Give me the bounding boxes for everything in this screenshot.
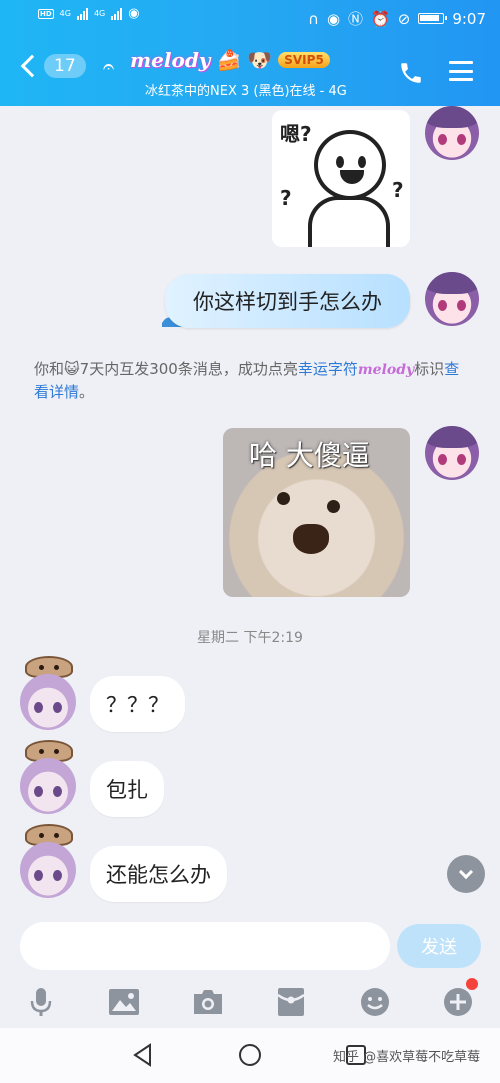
app-header: HD 4G 4G ◉ ∩ ◉ Ⓝ ⏰ ⊘ 9:07 17 𝄐 melody 🍰 … [0, 0, 500, 106]
clock-text: 9:07 [452, 9, 486, 28]
back-button[interactable]: 17 [18, 54, 86, 78]
contact-nickname: melody [130, 48, 211, 72]
network-type-2: 4G [93, 9, 106, 18]
dog-icon: 🐶 [247, 48, 273, 72]
red-packet-icon[interactable] [271, 982, 311, 1022]
menu-icon[interactable] [449, 61, 473, 81]
mute-icon: ⊘ [397, 9, 411, 28]
outgoing-message-bubble[interactable]: 你这样切到手怎么办 [165, 274, 410, 328]
sticker-face [314, 130, 386, 200]
unread-count: 17 [44, 54, 86, 78]
input-toolbar [0, 978, 500, 1026]
status-bar: HD 4G 4G ◉ ∩ ◉ Ⓝ ⏰ ⊘ 9:07 [0, 0, 500, 36]
image-icon[interactable] [104, 982, 144, 1022]
melody-mark: melody [357, 362, 415, 378]
emoji-icon[interactable] [355, 982, 395, 1022]
composer: 发送 [0, 920, 500, 974]
sticker-caption: 哈 大傻逼 [249, 439, 370, 472]
sticker-caption: 嗯? [280, 122, 312, 146]
earpiece-icon[interactable]: 𝄐 [103, 54, 114, 78]
sticker-eye [277, 492, 290, 505]
contact-avatar[interactable] [20, 674, 76, 730]
chevron-left-icon [20, 54, 44, 78]
battery-icon [418, 13, 448, 24]
chevron-down-icon [458, 864, 474, 879]
notice-text: 标识 [414, 360, 445, 378]
chat-title-bar: 17 𝄐 melody 🍰 🐶 SVIP5 冰红茶中的NEX 3 (黑色)在线 … [0, 40, 500, 106]
my-avatar[interactable] [425, 426, 479, 480]
signal-icon [111, 7, 123, 20]
cake-icon: 🍰 [216, 48, 242, 72]
back-triangle-icon[interactable] [130, 1042, 156, 1068]
notification-dot [466, 978, 478, 990]
headset-icon: ∩ [307, 9, 319, 28]
signal-icon [76, 7, 88, 20]
online-status: 冰红茶中的NEX 3 (黑色)在线 - 4G [145, 84, 347, 99]
cat-emoji-icon: 😺 [64, 360, 80, 378]
sticker-message[interactable]: 哈 大傻逼 [223, 428, 410, 597]
microphone-icon[interactable] [21, 982, 61, 1022]
nfc-icon: Ⓝ [348, 10, 364, 28]
incoming-message-bubble[interactable]: 还能怎么办 [90, 846, 227, 902]
contact-avatar[interactable] [20, 758, 76, 814]
contact-avatar[interactable] [20, 842, 76, 898]
incoming-message-bubble[interactable]: 包扎 [90, 761, 164, 817]
contact-name-row[interactable]: melody 🍰 🐶 SVIP5 [130, 48, 330, 72]
notice-text: 7天内互发300条消息，成功点亮 [79, 360, 298, 378]
camera-icon[interactable] [188, 982, 228, 1022]
incoming-message-bubble[interactable]: ？？？ [90, 676, 185, 732]
phone-icon[interactable] [398, 60, 424, 86]
network-indicators: HD 4G 4G ◉ [38, 6, 140, 21]
alarm-icon: ⏰ [371, 9, 390, 28]
message-timestamp: 星期二 下午2:19 [197, 630, 303, 646]
my-avatar[interactable] [425, 106, 479, 160]
sticker-message[interactable]: 嗯? ? ? [272, 110, 410, 247]
system-notice: 你和😺7天内互发300条消息，成功点亮幸运字符melody标识查看详情。 [34, 358, 474, 403]
sticker-eye [336, 156, 344, 168]
network-type-1: 4G [59, 9, 71, 18]
wifi-icon: ◉ [128, 6, 140, 21]
send-button[interactable]: 发送 [397, 924, 481, 968]
hd-badge: HD [38, 8, 54, 19]
sticker-question-mark: ? [392, 178, 404, 202]
watermark: 知乎 @喜欢草莓不吃草莓 [333, 1050, 481, 1065]
scroll-to-bottom-button[interactable] [447, 855, 485, 893]
sticker-eye [358, 156, 366, 168]
message-input[interactable] [20, 922, 390, 970]
lucky-word-link[interactable]: 幸运字符 [298, 360, 358, 378]
sticker-eye [327, 500, 340, 513]
chat-area[interactable]: 嗯? ? ? 你这样切到手怎么办 你和😺7天内互发300条消息，成功点亮幸运字符… [0, 106, 500, 920]
notice-text: 。 [79, 383, 95, 401]
sticker-mouth [293, 524, 329, 554]
eye-icon: ◉ [326, 9, 341, 28]
notice-text: 你和 [34, 360, 65, 378]
home-circle-icon[interactable] [237, 1042, 263, 1068]
svip-badge: SVIP5 [278, 52, 330, 68]
sticker-body [308, 196, 390, 247]
status-icons: ∩ ◉ Ⓝ ⏰ ⊘ 9:07 [308, 8, 486, 29]
sticker-question-mark: ? [280, 186, 292, 210]
sticker-mouth [340, 170, 364, 184]
my-avatar[interactable] [425, 272, 479, 326]
